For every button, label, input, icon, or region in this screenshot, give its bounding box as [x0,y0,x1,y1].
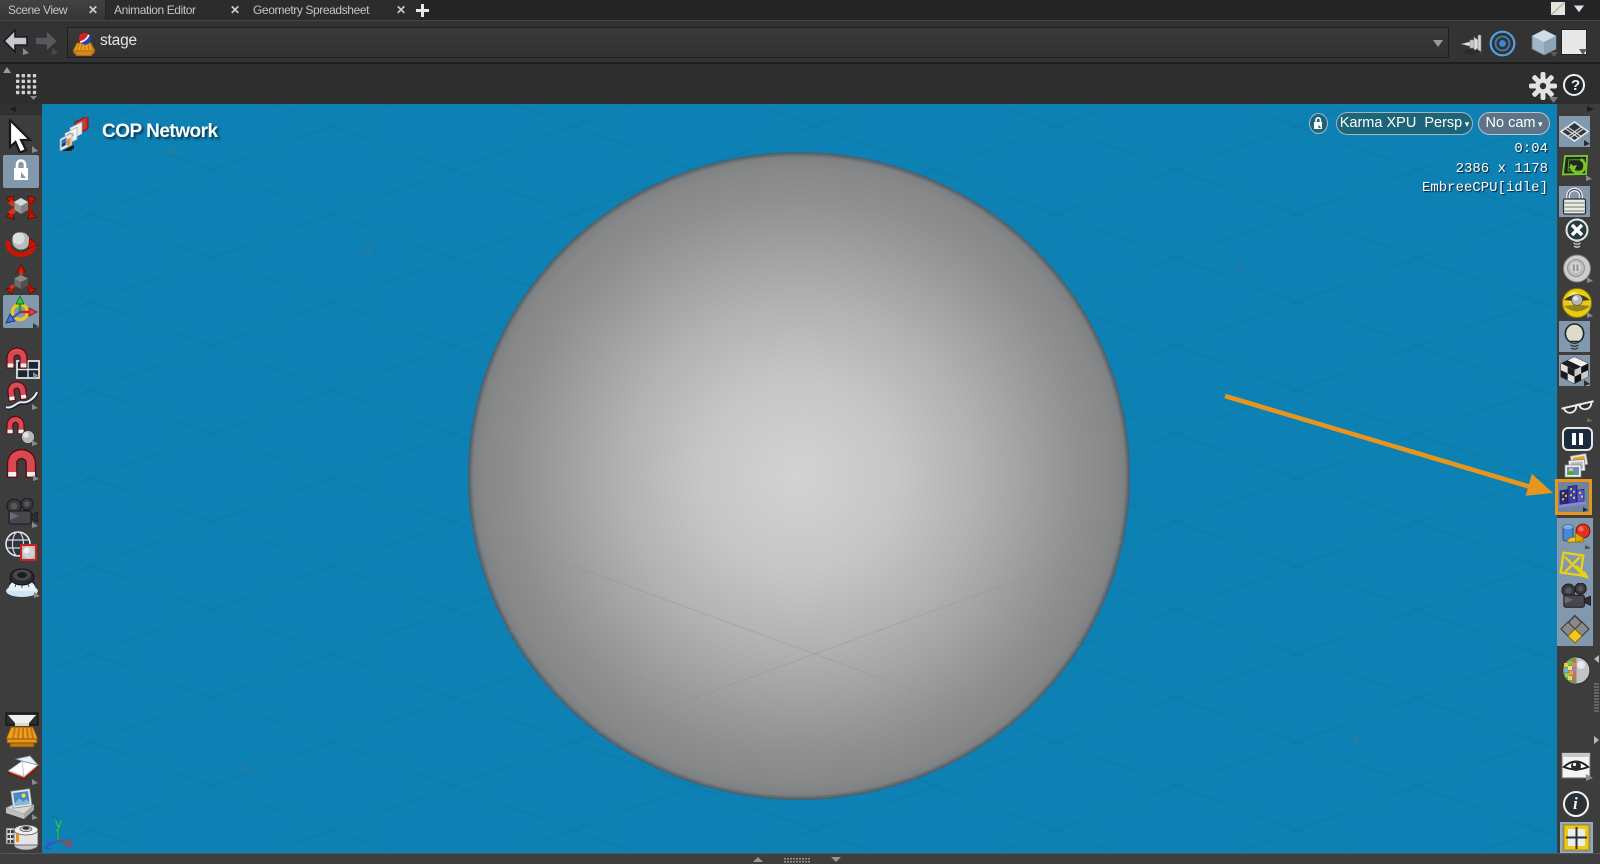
svg-text:y: y [55,815,62,831]
svg-text:z: z [45,836,52,852]
svg-text:x: x [65,834,72,850]
